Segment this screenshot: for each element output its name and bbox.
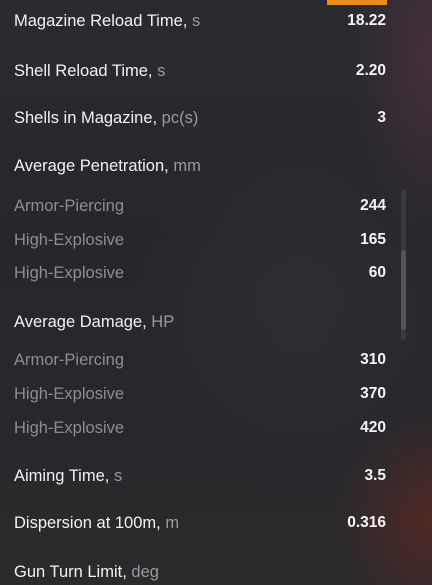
- stat-row-magazine-reload: Magazine Reload Time, s 18.22: [14, 8, 386, 34]
- stat-label: Aiming Time, s: [14, 466, 123, 485]
- stat-row-aiming-time: Aiming Time, s 3.5: [14, 463, 386, 489]
- stat-value: 420: [360, 419, 386, 436]
- stat-value: 2.20: [355, 62, 386, 79]
- stat-value: 165: [360, 231, 386, 248]
- stat-value: 244: [360, 197, 386, 214]
- penetration-row-armor-piercing: Armor-Piercing 244: [14, 193, 386, 219]
- stat-label: Magazine Reload Time, s: [14, 11, 201, 30]
- penetration-row-high-explosive: High-Explosive 165: [14, 227, 386, 253]
- stat-row-shell-reload: Shell Reload Time, s 2.20: [14, 58, 386, 84]
- stat-header-average-penetration: Average Penetration, mm: [14, 153, 386, 179]
- penetration-row-high-explosive: High-Explosive 60: [14, 260, 386, 286]
- stat-value: 310: [360, 351, 386, 368]
- background: [0, 0, 432, 585]
- stat-unit: mm: [173, 156, 201, 175]
- shell-type-label: High-Explosive: [14, 263, 125, 282]
- damage-row-armor-piercing: Armor-Piercing 310: [14, 347, 386, 373]
- stat-unit: s: [191, 11, 201, 30]
- shell-type-label: Armor-Piercing: [14, 196, 125, 215]
- stat-label: Average Damage, HP: [14, 312, 175, 331]
- stat-unit: pc(s): [161, 108, 199, 127]
- scrollbar-thumb[interactable]: [401, 250, 406, 330]
- stat-value: 0.316: [347, 514, 386, 531]
- stat-unit: HP: [151, 312, 175, 331]
- stat-unit: s: [113, 466, 123, 485]
- scrollbar[interactable]: [401, 190, 406, 340]
- stat-value: 60: [368, 264, 386, 281]
- shell-type-label: High-Explosive: [14, 418, 125, 437]
- accent-bar: [327, 0, 387, 5]
- damage-row-high-explosive: High-Explosive 420: [14, 415, 386, 441]
- shell-type-label: High-Explosive: [14, 230, 125, 249]
- stat-row-gun-turn-limit: Gun Turn Limit, deg: [14, 559, 386, 585]
- stat-header-average-damage: Average Damage, HP: [14, 309, 386, 335]
- stat-value: 3.5: [364, 467, 386, 484]
- stat-unit: deg: [131, 562, 159, 581]
- shell-type-label: Armor-Piercing: [14, 350, 125, 369]
- stat-label: Gun Turn Limit, deg: [14, 562, 159, 581]
- stat-row-dispersion: Dispersion at 100m, m 0.316: [14, 510, 386, 536]
- stat-value: 370: [360, 385, 386, 402]
- stat-unit: s: [157, 61, 166, 80]
- shell-type-label: High-Explosive: [14, 384, 125, 403]
- stat-label: Shells in Magazine, pc(s): [14, 108, 199, 127]
- stat-row-shells-in-magazine: Shells in Magazine, pc(s) 3: [14, 105, 386, 131]
- damage-row-high-explosive: High-Explosive 370: [14, 381, 386, 407]
- stat-value: 3: [377, 109, 386, 126]
- stat-label: Dispersion at 100m, m: [14, 513, 180, 532]
- stat-label: Shell Reload Time, s: [14, 61, 166, 80]
- stat-unit: m: [165, 513, 180, 532]
- stat-value: 18.22: [347, 12, 386, 29]
- stat-label: Average Penetration, mm: [14, 156, 201, 175]
